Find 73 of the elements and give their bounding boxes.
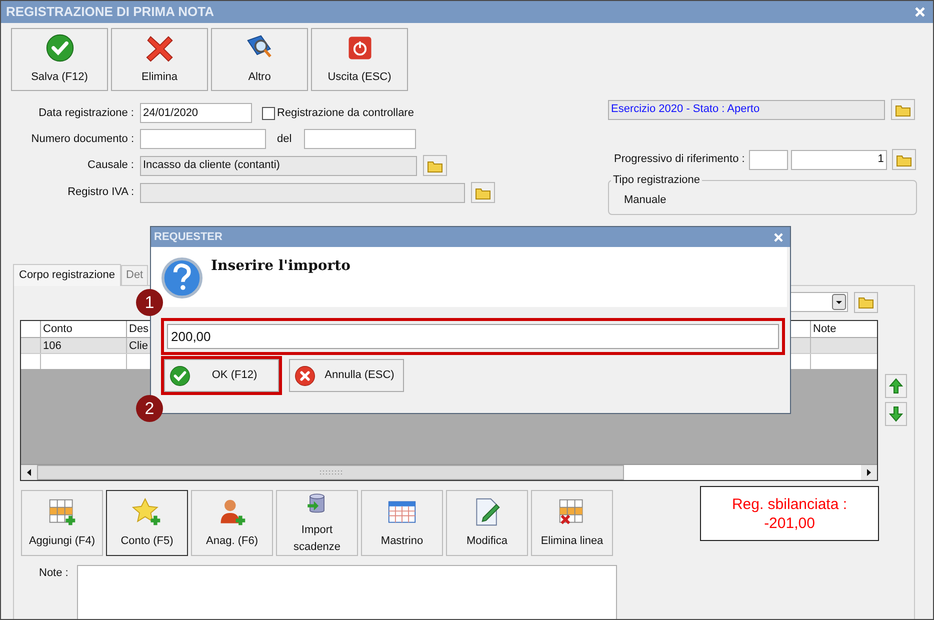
question-icon	[161, 257, 203, 299]
action-button[interactable]: Import scadenze	[276, 490, 358, 556]
close-icon	[915, 7, 925, 17]
registration-type: Manuale	[624, 192, 668, 208]
toolbar-button[interactable]: Elimina	[111, 28, 208, 91]
field-label: Causale :	[86, 158, 135, 174]
folder-button[interactable]	[854, 292, 878, 312]
action-button[interactable]: Anag. (F6)	[191, 490, 273, 556]
document-number-field[interactable]	[140, 129, 266, 149]
folder-button[interactable]	[423, 155, 447, 176]
checkbox-label: Registrazione da controllare	[277, 106, 414, 121]
star-add-icon	[132, 496, 162, 527]
action-button[interactable]: Elimina linea	[531, 490, 613, 556]
grid-add-icon	[47, 496, 77, 527]
dialog-button[interactable]: OK (F12)	[164, 359, 279, 392]
folder-button[interactable]	[892, 149, 916, 170]
text-field[interactable]	[748, 150, 788, 170]
group-title: Tipo registrazione	[612, 173, 702, 188]
dialog-title: REQUESTER	[154, 230, 222, 245]
move-down-button[interactable]	[885, 402, 907, 426]
check-icon	[44, 33, 74, 64]
scroll-left-icon	[21, 465, 37, 480]
toolbar-button[interactable]: Altro	[211, 28, 308, 91]
field-label: Data registrazione :	[38, 106, 135, 121]
fiscal-year-field[interactable]: Esercizio 2020 - Stato : Aperto	[608, 100, 885, 120]
checkbox[interactable]	[262, 106, 275, 120]
field-label: del	[277, 132, 293, 147]
column-header: Conto	[41, 321, 127, 337]
dialog-button[interactable]: Annulla (ESC)	[289, 359, 404, 392]
horizontal-scrollbar[interactable]	[21, 464, 877, 480]
balance-value: -201,00	[764, 514, 815, 532]
close-icon	[774, 232, 782, 242]
folder-icon	[895, 102, 911, 116]
toolbar-button[interactable]: Salva (F12)	[11, 28, 108, 91]
field-label: Numero documento :	[30, 132, 135, 147]
balance-label: Reg. sbilanciata :	[732, 494, 848, 514]
progressive-field[interactable]: 1	[790, 150, 887, 170]
action-button[interactable]: Mastrino	[361, 490, 443, 556]
folder-button[interactable]	[891, 99, 915, 120]
scroll-right-icon	[861, 465, 877, 480]
date-field[interactable]	[304, 129, 416, 149]
action-button[interactable]: Modifica	[446, 490, 528, 556]
column-header: Note	[812, 322, 838, 337]
folder-icon	[858, 295, 874, 309]
field-label: Registro IVA :	[66, 185, 135, 200]
folder-button[interactable]	[471, 182, 495, 203]
folder-icon	[896, 152, 912, 166]
folder-icon	[475, 186, 491, 200]
cross-icon	[144, 33, 174, 64]
action-button[interactable]: Aggiungi (F4)	[21, 490, 103, 556]
reason-field[interactable]: Incasso da cliente (contanti)	[140, 156, 417, 176]
folder-icon	[427, 158, 443, 172]
cross-icon	[294, 364, 316, 386]
action-button[interactable]: Conto (F5)	[106, 490, 188, 556]
table-cell: 106	[41, 338, 127, 353]
caret-icon	[832, 294, 846, 310]
vat-register-field[interactable]	[140, 182, 465, 202]
scrollbar-thumb[interactable]	[37, 465, 624, 480]
tab[interactable]: Corpo registrazione	[13, 264, 121, 286]
close-button[interactable]	[772, 231, 784, 243]
field-label: Progressivo di riferimento :	[614, 152, 745, 168]
window-title: REGISTRAZIONE DI PRIMA NOTA	[6, 3, 214, 22]
note-field[interactable]	[77, 565, 617, 619]
toolbar-button[interactable]: Uscita (ESC)	[311, 28, 408, 91]
amount-input[interactable]: 200,00	[167, 324, 779, 349]
close-button[interactable]	[913, 5, 927, 19]
up-arrow-icon	[889, 378, 903, 394]
move-up-button[interactable]	[885, 374, 907, 398]
down-arrow-icon	[889, 406, 903, 422]
note-label: Note :	[39, 566, 70, 581]
dialog-message: Inserire l'importo	[211, 257, 350, 276]
date-field[interactable]: 24/01/2020	[140, 103, 252, 123]
check-icon	[169, 364, 191, 386]
